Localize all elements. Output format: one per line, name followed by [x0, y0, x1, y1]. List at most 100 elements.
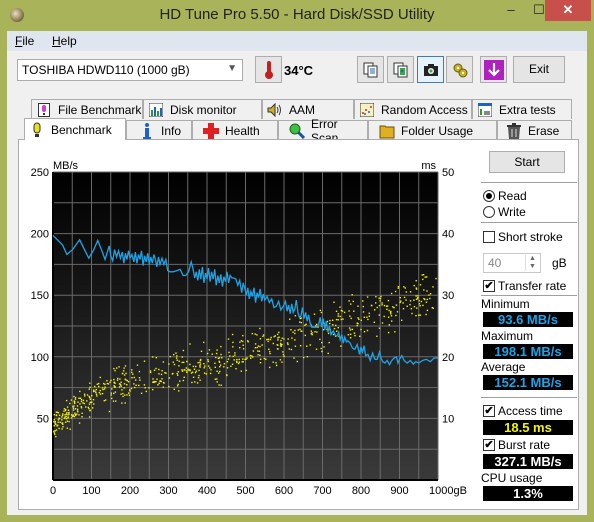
minimize-button[interactable]: –: [498, 0, 524, 21]
access-time-point: [258, 350, 261, 352]
temperature-button[interactable]: [255, 56, 282, 83]
access-time-point: [61, 428, 63, 430]
tab-health[interactable]: Health: [192, 120, 278, 140]
access-time-point: [360, 319, 362, 321]
tab-info[interactable]: Info: [126, 120, 192, 140]
access-time-point: [145, 390, 147, 393]
access-time-point: [311, 332, 313, 334]
access-time-point: [143, 360, 146, 362]
access-time-point: [281, 361, 283, 363]
access-time-point: [57, 419, 60, 421]
access-time-point: [68, 411, 70, 414]
access-time-point: [162, 386, 164, 388]
access-time-point: [124, 394, 126, 396]
access-time-point: [122, 392, 124, 395]
access-time-point: [351, 328, 353, 331]
access-time-point: [406, 305, 408, 307]
access-time-point: [108, 410, 111, 413]
screenshot-button[interactable]: [417, 56, 444, 83]
start-button[interactable]: Start: [489, 151, 565, 173]
tab-extra-tests[interactable]: Extra tests: [472, 99, 572, 119]
access-time-point: [286, 342, 289, 344]
access-time-point: [126, 394, 128, 396]
access-time-point: [64, 421, 67, 423]
drive-select[interactable]: TOSHIBA HDWD110 (1000 gB) ▼: [17, 59, 243, 81]
short-stroke-spinner[interactable]: 40 ▲ ▼: [483, 253, 541, 273]
access-time-point: [198, 374, 200, 377]
access-time-point: [120, 381, 122, 383]
copy-image-button[interactable]: [387, 56, 414, 83]
access-time-point: [261, 344, 263, 346]
tab-random-access[interactable]: Random Access: [354, 99, 472, 119]
read-radio[interactable]: Read: [483, 189, 527, 203]
tab-disk-monitor[interactable]: Disk monitor: [143, 99, 262, 119]
access-time-point: [353, 332, 356, 334]
menu-help[interactable]: Help: [52, 34, 77, 48]
copy-text-button[interactable]: [357, 56, 384, 83]
access-time-point: [396, 311, 399, 313]
access-time-point: [229, 355, 231, 357]
menu-file[interactable]: File: [15, 34, 34, 48]
access-time-point: [220, 353, 222, 356]
access-time-point: [337, 319, 339, 321]
access-time-point: [203, 341, 205, 344]
access-time-point: [162, 361, 165, 363]
access-time-point: [69, 402, 71, 405]
access-time-point: [82, 402, 84, 404]
access-time-point: [299, 345, 302, 347]
access-time-point: [182, 349, 185, 352]
tab-erase[interactable]: Erase: [497, 120, 572, 140]
access-time-point: [189, 369, 191, 371]
access-time-point: [426, 276, 428, 278]
tab-label: Disk monitor: [170, 102, 237, 117]
burst-rate-checkbox[interactable]: ✔ Burst rate: [483, 438, 550, 452]
tab-error-scan[interactable]: Error Scan: [278, 117, 368, 145]
exit-button[interactable]: Exit: [513, 56, 565, 83]
access-time-point: [413, 284, 415, 287]
access-time-point: [207, 359, 209, 361]
access-time-point: [327, 352, 329, 355]
access-time-point: [249, 354, 252, 357]
access-time-point: [320, 347, 322, 350]
save-button[interactable]: [480, 56, 507, 83]
tab-benchmark[interactable]: Benchmark: [24, 118, 126, 140]
radio-dot: [483, 190, 495, 202]
options-button[interactable]: [446, 56, 473, 83]
access-time-point: [80, 400, 83, 403]
spinner-arrows-icon[interactable]: ▲ ▼: [525, 255, 539, 271]
write-radio[interactable]: Write: [483, 205, 526, 219]
access-time-point: [390, 313, 392, 315]
transfer-rate-label: Transfer rate: [498, 279, 567, 293]
access-time-point: [207, 360, 209, 363]
access-time-point: [415, 295, 417, 297]
access-time-checkbox[interactable]: ✔ Access time: [483, 404, 563, 418]
access-time-point: [335, 324, 337, 327]
access-time-point: [149, 371, 152, 374]
short-stroke-checkbox[interactable]: Short stroke: [483, 230, 563, 244]
access-time-point: [276, 333, 279, 336]
access-time-point: [395, 314, 397, 317]
tab-file-benchmark[interactable]: File Benchmark: [31, 99, 143, 119]
access-time-point: [305, 323, 307, 325]
access-time-point: [83, 402, 85, 405]
access-time-point: [63, 408, 66, 410]
transfer-rate-checkbox[interactable]: ✔ Transfer rate: [483, 279, 566, 293]
access-time-point: [418, 314, 420, 316]
access-time-point: [269, 366, 271, 369]
access-time-point: [126, 380, 128, 382]
separator: [481, 182, 577, 183]
access-time-point: [95, 393, 98, 395]
access-time-point: [122, 395, 124, 398]
separator: [481, 295, 577, 296]
access-time-point: [74, 396, 77, 399]
access-time-point: [181, 361, 183, 364]
menu-bar: File Help: [7, 31, 587, 51]
close-button[interactable]: ✕: [545, 0, 591, 21]
access-time-point: [422, 278, 424, 281]
access-time-point: [292, 331, 294, 333]
tab-folder-usage[interactable]: Folder Usage: [368, 120, 497, 140]
access-time-point: [176, 385, 179, 387]
access-time-point: [103, 382, 105, 385]
access-time-point: [57, 421, 59, 423]
access-time-point: [362, 305, 364, 308]
